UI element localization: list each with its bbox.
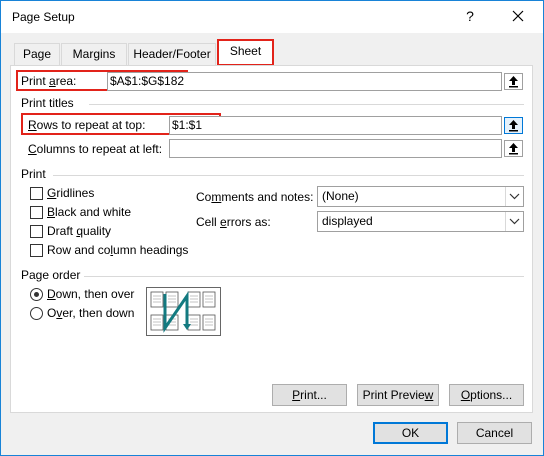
- cell-errors-value: displayed: [322, 214, 373, 228]
- sheet-panel: Print area: $A$1:$G$182 Print titles Row…: [10, 65, 533, 413]
- print-area-input[interactable]: $A$1:$G$182: [107, 72, 502, 91]
- page-order-preview-icon: [150, 291, 216, 333]
- cell-errors-label: Cell errors as:: [196, 215, 271, 229]
- over-then-down-radio[interactable]: [30, 307, 43, 320]
- divider: [84, 276, 524, 277]
- cancel-label: Cancel: [475, 426, 514, 440]
- cell-errors-select[interactable]: displayed: [317, 211, 524, 232]
- comments-value: (None): [322, 189, 359, 203]
- rows-repeat-label: Rows to repeat at top:: [28, 118, 146, 132]
- divider: [89, 104, 524, 105]
- rows-repeat-input[interactable]: $1:$1: [169, 116, 502, 135]
- gridlines-checkbox[interactable]: [30, 187, 43, 200]
- print-titles-heading: Print titles: [21, 96, 74, 110]
- chevron-down-icon: [505, 187, 523, 206]
- gridlines-label: Gridlines: [47, 186, 95, 200]
- options-button[interactable]: Options...: [449, 384, 524, 406]
- tab-sheet[interactable]: Sheet: [217, 39, 274, 66]
- down-then-over-radio[interactable]: [30, 288, 43, 301]
- page-setup-dialog: Page Setup ? Page Margins Header/Footer …: [0, 0, 544, 456]
- comments-label: Comments and notes:: [196, 190, 314, 204]
- over-then-down-label: Over, then down: [47, 306, 135, 320]
- print-heading: Print: [21, 167, 46, 181]
- ok-button[interactable]: OK: [373, 422, 448, 444]
- chevron-down-icon: [505, 212, 523, 231]
- draft-quality-checkbox[interactable]: [30, 225, 43, 238]
- tab-margins-label: Margins: [72, 47, 116, 61]
- print-preview-button[interactable]: Print Preview: [357, 384, 439, 406]
- collapse-dialog-icon: [509, 120, 518, 132]
- tab-page-label: Page: [22, 47, 52, 61]
- collapse-dialog-icon: [509, 143, 518, 155]
- divider: [53, 175, 524, 176]
- columns-repeat-input[interactable]: [169, 139, 502, 158]
- rows-repeat-value: $1:$1: [172, 118, 203, 132]
- tab-margins[interactable]: Margins: [61, 43, 127, 65]
- tab-header-footer[interactable]: Header/Footer: [128, 43, 216, 65]
- close-icon: [512, 10, 524, 22]
- print-area-label: Print area:: [21, 74, 77, 88]
- ok-label: OK: [401, 426, 420, 440]
- comments-select[interactable]: (None): [317, 186, 524, 207]
- help-button[interactable]: ?: [463, 8, 477, 24]
- print-area-collapse-button[interactable]: [504, 73, 523, 90]
- tab-page[interactable]: Page: [14, 43, 60, 65]
- columns-repeat-collapse-button[interactable]: [504, 140, 523, 157]
- collapse-dialog-icon: [509, 76, 518, 88]
- black-white-checkbox[interactable]: [30, 206, 43, 219]
- cancel-button[interactable]: Cancel: [457, 422, 532, 444]
- tab-sheet-label: Sheet: [229, 44, 262, 58]
- tab-header-footer-label: Header/Footer: [133, 47, 211, 61]
- print-button[interactable]: Print...: [272, 384, 347, 406]
- dialog-title: Page Setup: [12, 10, 75, 24]
- draft-quality-label: Draft quality: [47, 224, 112, 238]
- page-order-preview: [146, 287, 221, 336]
- columns-repeat-label: Columns to repeat at left:: [28, 142, 163, 156]
- row-column-headings-label: Row and column headings: [47, 243, 189, 257]
- page-order-heading: Page order: [21, 268, 81, 282]
- row-column-headings-checkbox[interactable]: [30, 244, 43, 257]
- black-white-label: Black and white: [47, 205, 132, 219]
- print-area-value: $A$1:$G$182: [110, 74, 185, 88]
- rows-repeat-collapse-button[interactable]: [504, 117, 523, 134]
- down-then-over-label: Down, then over: [47, 287, 135, 301]
- close-button[interactable]: [504, 3, 532, 29]
- title-bar: Page Setup ?: [1, 1, 543, 33]
